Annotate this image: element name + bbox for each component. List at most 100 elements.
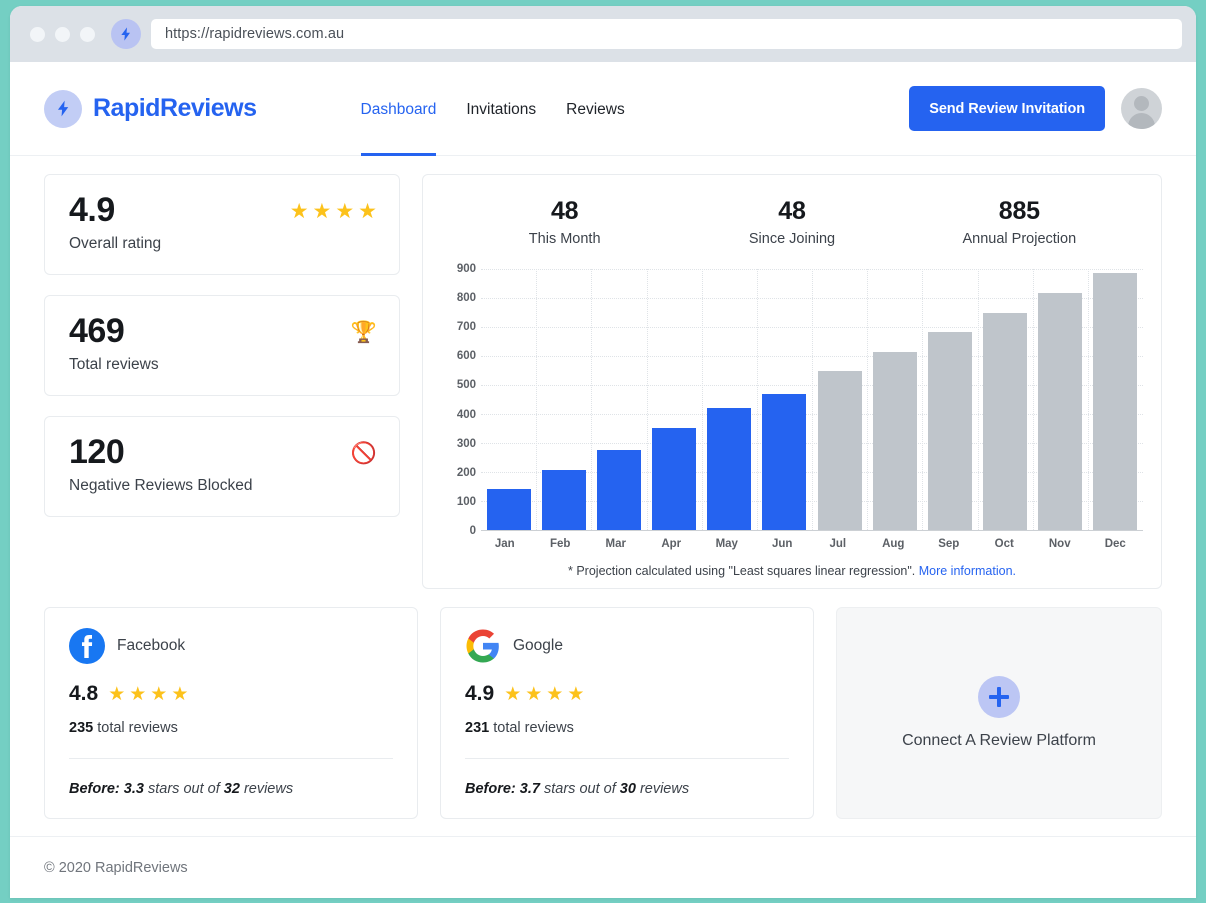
chart-bar-feb[interactable] — [542, 470, 586, 530]
before-suffix: reviews — [640, 781, 689, 797]
kpi-annual-projection-label: Annual Projection — [906, 231, 1133, 247]
chart-bar-jul[interactable] — [818, 371, 862, 530]
before-mid: stars out of — [544, 781, 616, 797]
address-bar[interactable]: https://rapidreviews.com.au — [151, 19, 1182, 49]
card-divider — [69, 758, 393, 759]
star-icon: ★ — [546, 685, 563, 704]
before-rating: 3.3 — [124, 781, 144, 797]
card-divider — [465, 758, 789, 759]
chart-bar-nov[interactable] — [1038, 293, 1082, 530]
reviews-chart-card: 48 This Month 48 Since Joining 885 Annua… — [422, 174, 1162, 589]
y-axis-tick: 900 — [457, 263, 476, 275]
main-nav: Dashboard Invitations Reviews — [361, 62, 625, 155]
chart-bar-slot — [702, 269, 757, 530]
platform-rating-line: 4.9 ★ ★ ★ ★ — [465, 682, 789, 706]
chart-plot-area: 9008007006005004003002001000 — [441, 269, 1143, 531]
star-icon: ★ — [504, 685, 521, 704]
platform-card-google: Google 4.9 ★ ★ ★ ★ 231 total reviews — [440, 607, 814, 819]
y-axis-tick: 400 — [457, 409, 476, 421]
chart-bar-jun[interactable] — [762, 394, 806, 530]
chart-plot — [481, 269, 1143, 531]
negative-blocked-value: 120 — [69, 435, 253, 471]
platform-total-count: 231 — [465, 720, 489, 736]
minimize-dot-icon[interactable] — [55, 27, 70, 42]
brand-logo[interactable]: RapidReviews — [44, 90, 257, 128]
kpi-annual-projection: 885 Annual Projection — [906, 197, 1133, 247]
chart-bar-oct[interactable] — [983, 313, 1027, 530]
google-logo-icon — [465, 628, 501, 664]
chart-bar-may[interactable] — [707, 408, 751, 530]
chart-y-axis: 9008007006005004003002001000 — [445, 269, 481, 531]
connect-review-platform-card[interactable]: Connect A Review Platform — [836, 607, 1162, 819]
user-avatar-icon[interactable] — [1121, 88, 1162, 129]
chart-bar-sep[interactable] — [928, 332, 972, 530]
tab-dashboard[interactable]: Dashboard — [361, 62, 437, 155]
x-axis-label: Oct — [977, 538, 1033, 550]
header-actions: Send Review Invitation — [909, 86, 1162, 131]
x-axis-label: Dec — [1088, 538, 1144, 550]
stat-card-negative-blocked: 120 Negative Reviews Blocked 🚫 — [44, 416, 400, 517]
chart-bar-slot — [647, 269, 702, 530]
page-body: RapidReviews Dashboard Invitations Revie… — [10, 62, 1196, 898]
total-reviews-label: Total reviews — [69, 356, 159, 374]
chart-bar-slot — [812, 269, 867, 530]
maximize-dot-icon[interactable] — [80, 27, 95, 42]
platform-rating-value: 4.8 — [69, 682, 98, 706]
star-icon: ★ — [567, 685, 584, 704]
x-axis-label: Apr — [644, 538, 700, 550]
kpi-this-month-label: This Month — [451, 231, 678, 247]
y-axis-tick: 300 — [457, 438, 476, 450]
kpi-since-joining-label: Since Joining — [678, 231, 905, 247]
chart-bar-dec[interactable] — [1093, 273, 1137, 530]
avatar-body — [1128, 113, 1155, 129]
chart-bar-mar[interactable] — [597, 450, 641, 530]
blocked-icon: 🚫 — [351, 435, 377, 516]
platform-before-line: Before: 3.3 stars out of 32 reviews — [69, 781, 393, 797]
window-traffic-lights — [30, 27, 95, 42]
x-axis-label: Nov — [1032, 538, 1088, 550]
tab-invitations[interactable]: Invitations — [466, 62, 536, 155]
kpi-annual-projection-value: 885 — [906, 197, 1133, 226]
overall-rating-value: 4.9 — [69, 193, 161, 229]
chart-bar-slot — [757, 269, 812, 530]
url-text: https://rapidreviews.com.au — [165, 26, 344, 42]
plus-icon — [978, 676, 1020, 718]
kpi-this-month: 48 This Month — [451, 197, 678, 247]
platform-before-line: Before: 3.7 stars out of 30 reviews — [465, 781, 789, 797]
platform-total-reviews: 231 total reviews — [465, 720, 789, 736]
footnote-text: * Projection calculated using "Least squ… — [568, 564, 919, 578]
star-icon: ★ — [525, 685, 542, 704]
site-header: RapidReviews Dashboard Invitations Revie… — [10, 62, 1196, 156]
y-axis-tick: 800 — [457, 292, 476, 304]
close-dot-icon[interactable] — [30, 27, 45, 42]
platform-row: Facebook 4.8 ★ ★ ★ ★ 235 total reviews — [44, 607, 1162, 819]
platform-header: Facebook — [69, 628, 393, 664]
trophy-icon: 🏆 — [351, 314, 377, 395]
x-axis-label: Mar — [588, 538, 644, 550]
star-icon: ★ — [358, 201, 377, 274]
page-footer: © 2020 RapidReviews — [10, 836, 1196, 898]
negative-blocked-label: Negative Reviews Blocked — [69, 477, 253, 495]
platform-rating-line: 4.8 ★ ★ ★ ★ — [69, 682, 393, 706]
star-icon: ★ — [129, 685, 146, 704]
brand-name: RapidReviews — [93, 94, 257, 123]
chart-bar-apr[interactable] — [652, 428, 696, 530]
chart-bar-jan[interactable] — [487, 489, 531, 530]
lightning-bolt-icon — [111, 19, 141, 49]
send-review-invitation-button[interactable]: Send Review Invitation — [909, 86, 1105, 131]
kpi-row: 48 This Month 48 Since Joining 885 Annua… — [441, 191, 1143, 247]
chart-bar-aug[interactable] — [873, 352, 917, 530]
star-icon: ★ — [150, 685, 167, 704]
x-axis-label: Aug — [866, 538, 922, 550]
stat-card-column: 4.9 Overall rating ★ ★ ★ ★ 469 — [44, 174, 400, 589]
chart-bar-slot — [922, 269, 977, 530]
copyright-text: © 2020 RapidReviews — [44, 860, 188, 876]
platform-header: Google — [465, 628, 789, 664]
more-information-link[interactable]: More information. — [919, 564, 1016, 578]
tab-reviews[interactable]: Reviews — [566, 62, 625, 155]
star-rating-icon: ★ ★ ★ ★ — [504, 685, 584, 704]
top-row: 4.9 Overall rating ★ ★ ★ ★ 469 — [44, 174, 1162, 589]
y-axis-tick: 700 — [457, 321, 476, 333]
kpi-this-month-value: 48 — [451, 197, 678, 226]
before-suffix: reviews — [244, 781, 293, 797]
